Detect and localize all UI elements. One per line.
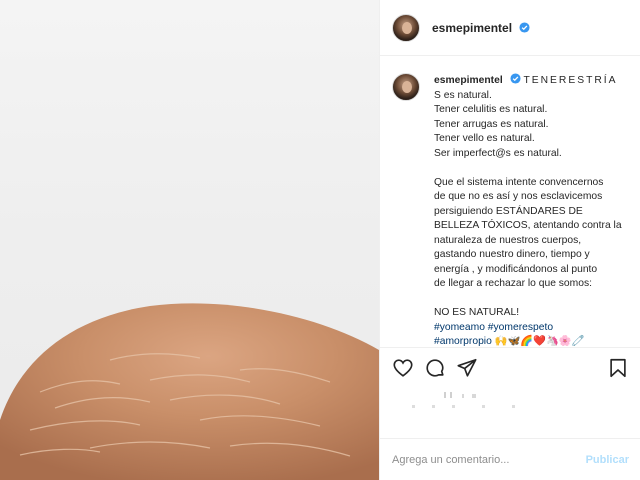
heart-icon [393,358,413,377]
hashtag-link[interactable]: #amorpropio [434,336,492,347]
avatar[interactable] [392,13,420,42]
share-button[interactable] [454,355,480,381]
bookmark-icon [610,358,626,377]
caption-line: Tener celulitis es natural. [434,104,548,115]
caption-area[interactable]: esmepimentel TENERESTRÍA S es natural. T… [380,57,640,347]
caption-closing: NO ES NATURAL! [434,307,520,318]
username-text[interactable]: esmepimentel [432,21,512,35]
post-header: esmepimentel [380,0,640,56]
header-username[interactable]: esmepimentel [432,21,530,35]
save-button[interactable] [605,355,631,381]
caption-line: persiguiendo ESTÁNDARES DE [434,205,583,217]
comment-button[interactable] [422,355,448,381]
verified-badge-icon [519,21,530,33]
caption-line: de llegar a rechazar lo que somos: [434,278,592,289]
post-side-panel: esmepimentel esmepimentel TENERESTRÍA S … [379,0,640,480]
caption-line: BELLEZA TÓXICOS, atentando contra la [434,220,622,231]
caption-line: energía , y modificándonos al punto [434,263,598,275]
like-button[interactable] [390,355,416,381]
caption-line: naturaleza de nuestros cuerpos, [434,234,582,246]
paper-plane-icon [457,358,477,377]
publish-button[interactable]: Publicar [586,454,629,466]
caption-line: gastando nuestro dinero, tiempo y [434,249,590,260]
caption-line: Que el sistema intente convencernos [434,176,604,188]
caption-avatar[interactable] [392,73,420,101]
faded-likes-text [412,392,515,408]
caption-line: S es natural. [434,89,492,101]
likes-area [392,390,629,410]
post-image[interactable] [0,0,379,480]
caption-line: Tener vello es natural. [434,133,535,144]
caption-username[interactable]: esmepimentel [434,75,503,86]
action-bar [380,347,640,387]
caption-text: esmepimentel TENERESTRÍA S es natural. T… [434,73,629,347]
hashtag-links[interactable]: #yomeamo #yomerespeto [434,321,629,336]
comment-bubble-icon [426,358,444,377]
comment-bar: Publicar [380,438,640,480]
caption-tag: TENERESTRÍA [523,75,618,86]
caption-emojis: 🙌🦋🌈❤️🦄🌸🧷 [494,336,585,347]
caption-line: Tener arrugas es natural. [434,118,549,130]
verified-badge-icon [510,73,521,84]
caption-line: de que no es así y nos esclavicemos [434,191,603,202]
caption-line: Ser imperfect@s es natural. [434,147,562,159]
comment-input[interactable] [392,453,586,466]
belly-photo [0,303,379,480]
